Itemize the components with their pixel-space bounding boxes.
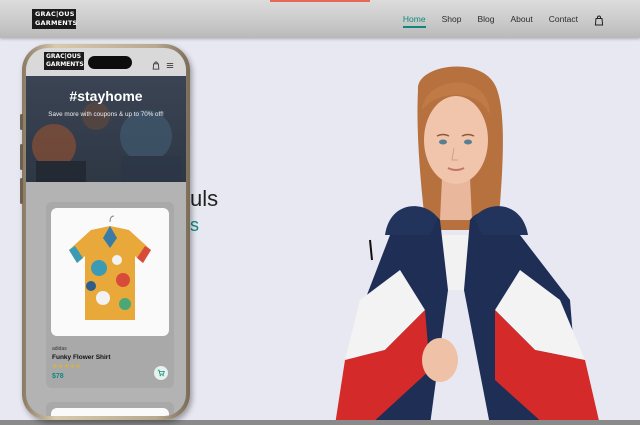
shopping-bag-icon[interactable] [152, 57, 160, 75]
shopping-bag-icon[interactable] [594, 13, 604, 26]
menu-icon[interactable] [166, 57, 174, 75]
phone-screen: GRAC|OUS GARMENTS #stayhome Save more wi… [26, 48, 186, 416]
header-accent-line [270, 0, 370, 2]
product-card-next[interactable] [46, 402, 174, 416]
product-brand: adidas [52, 346, 67, 352]
hero-heading-teal-fragment: s [190, 215, 199, 235]
nav-blog[interactable]: Blog [477, 14, 494, 24]
nav-about[interactable]: About [510, 14, 532, 24]
phone-brand-logo[interactable]: GRAC|OUS GARMENTS [44, 52, 84, 70]
phone-promo-banner: #stayhome Save more with coupons & up to… [26, 76, 186, 182]
hero-model-image [335, 66, 600, 425]
phone-mockup: GRAC|OUS GARMENTS #stayhome Save more wi… [20, 44, 190, 420]
add-to-cart-button[interactable] [154, 366, 168, 380]
banner-hashtag: #stayhome [69, 88, 143, 104]
logo-line-2: GARMENTS [35, 19, 78, 27]
dynamic-island [88, 56, 132, 69]
phone-logo-line-2: GARMENTS [46, 61, 84, 68]
bottom-strip [0, 420, 640, 425]
phone-header-icons [152, 57, 174, 75]
phone-volume-down [20, 178, 23, 204]
phone-logo-line-1: GRAC|OUS [46, 53, 82, 60]
hero-heading-fragment: uls [190, 186, 219, 211]
brand-logo[interactable]: GRAC|OUS GARMENTS [32, 9, 78, 29]
site-header: GRAC|OUS GARMENTS Home Shop Blog About C… [0, 0, 640, 38]
logo-line-1: GRAC|OUS [35, 10, 75, 18]
banner-subtitle: Save more with coupons & up to 70% off! [48, 111, 164, 118]
product-image-next [51, 408, 169, 416]
product-name[interactable]: Funky Flower Shirt [52, 354, 111, 361]
product-card[interactable]: adidas Funky Flower Shirt ★★★★★ $78 [46, 202, 174, 388]
main-nav: Home Shop Blog About Contact [402, 13, 604, 28]
nav-contact[interactable]: Contact [549, 14, 578, 24]
product-rating-stars: ★★★★★ [52, 364, 82, 370]
phone-side-button [20, 114, 23, 130]
phone-volume-up [20, 144, 23, 170]
nav-home[interactable]: Home [402, 14, 426, 28]
cart-icon [157, 369, 165, 377]
product-image [51, 208, 169, 336]
product-price: $78 [52, 373, 64, 380]
nav-shop[interactable]: Shop [442, 14, 462, 24]
